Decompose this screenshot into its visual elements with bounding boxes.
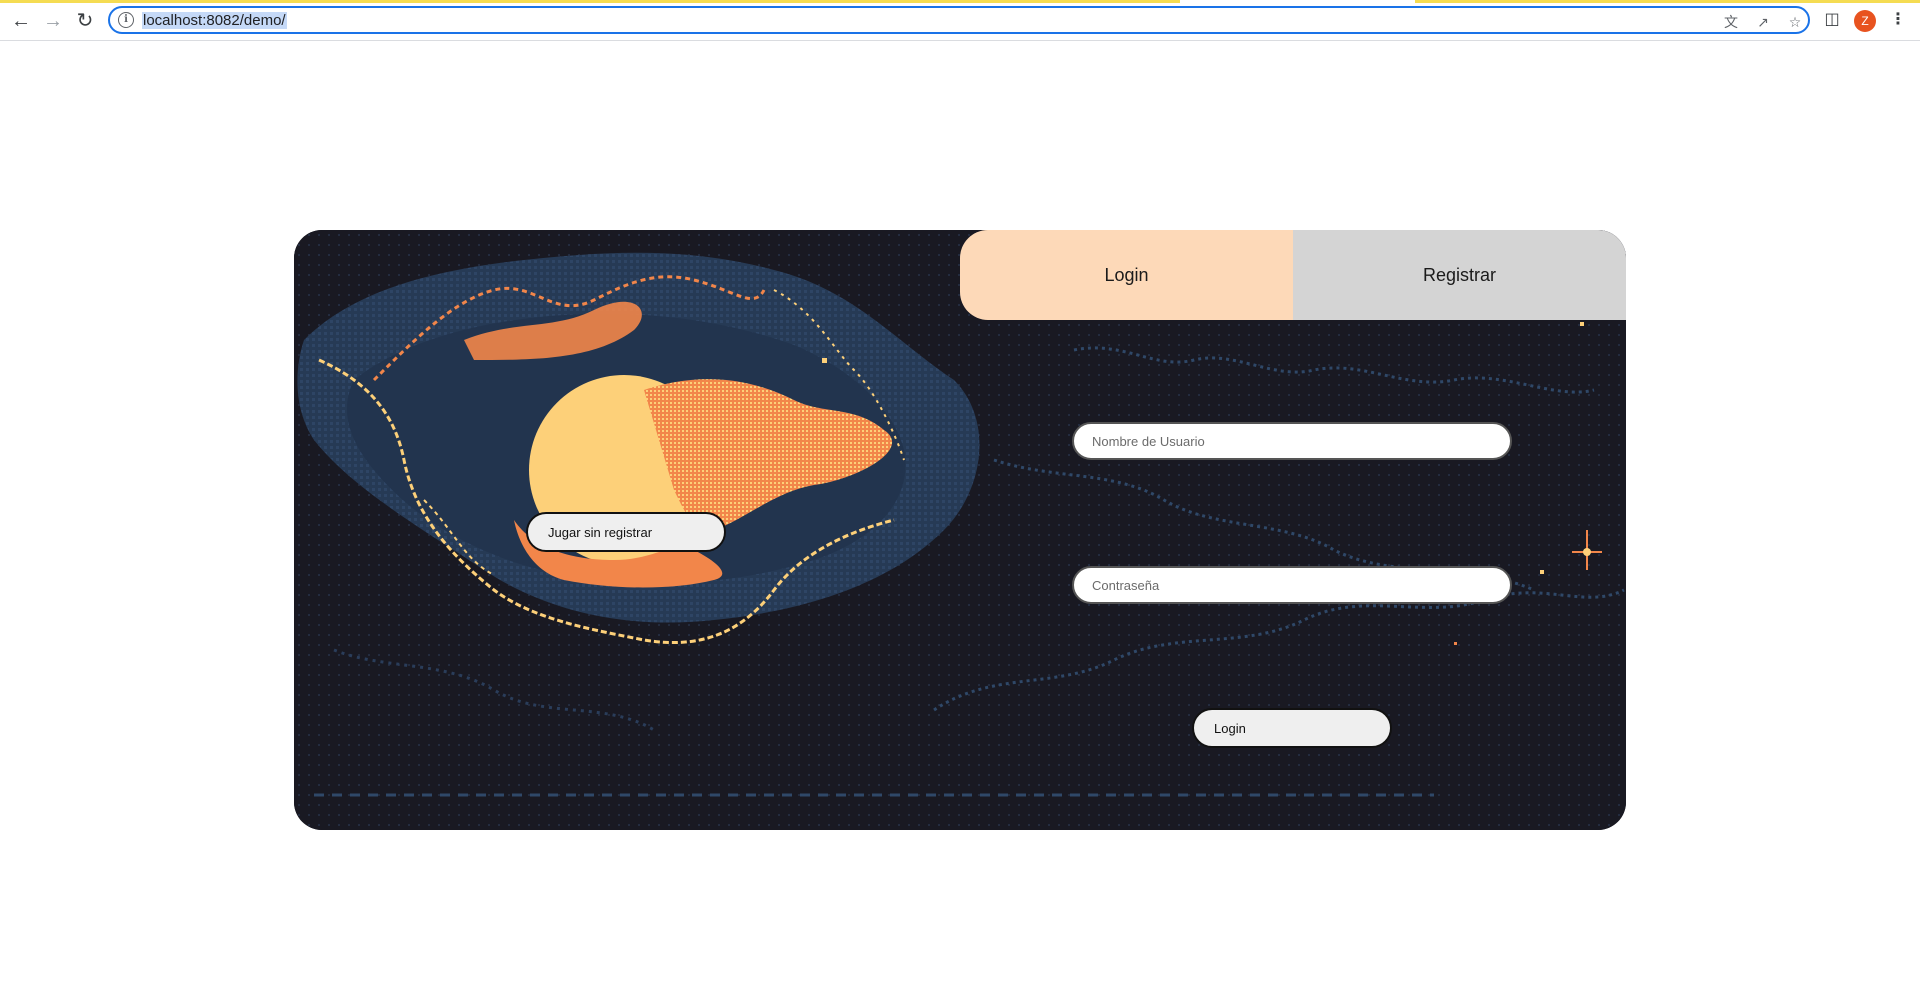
avatar[interactable]: Z (1854, 10, 1876, 32)
translate-icon[interactable]: 文 (1722, 13, 1740, 31)
url-text[interactable]: localhost:8082/demo/ (142, 12, 287, 29)
space-background-illustration (294, 230, 1626, 830)
kebab-menu-icon[interactable]: ⋮ (1888, 10, 1908, 30)
auth-tabs: Login Registrar (960, 230, 1626, 320)
username-input[interactable] (1072, 422, 1512, 460)
tab-strip-highlight (1415, 0, 1920, 3)
side-panel-icon[interactable]: ◫ (1822, 10, 1842, 30)
tab-register[interactable]: Registrar (1293, 230, 1626, 320)
login-card: Login Registrar Login Jugar sin registra… (294, 230, 1626, 830)
forward-icon[interactable]: → (40, 8, 66, 34)
share-icon[interactable]: ↗ (1754, 13, 1772, 31)
password-input[interactable] (1072, 566, 1512, 604)
tab-strip-highlight (0, 0, 1180, 3)
star-icon[interactable]: ☆ (1786, 13, 1804, 31)
address-bar[interactable]: i localhost:8082/demo/ 文 ↗ ☆ (108, 6, 1810, 34)
login-button[interactable]: Login (1192, 708, 1392, 748)
tab-login[interactable]: Login (960, 230, 1293, 320)
info-icon[interactable]: i (118, 12, 134, 28)
back-icon[interactable]: ← (8, 8, 34, 34)
browser-toolbar: ← → ↻ i localhost:8082/demo/ 文 ↗ ☆ ◫ Z ⋮ (0, 0, 1920, 41)
reload-icon[interactable]: ↻ (72, 8, 98, 34)
play-as-guest-button[interactable]: Jugar sin registrar (526, 512, 726, 552)
